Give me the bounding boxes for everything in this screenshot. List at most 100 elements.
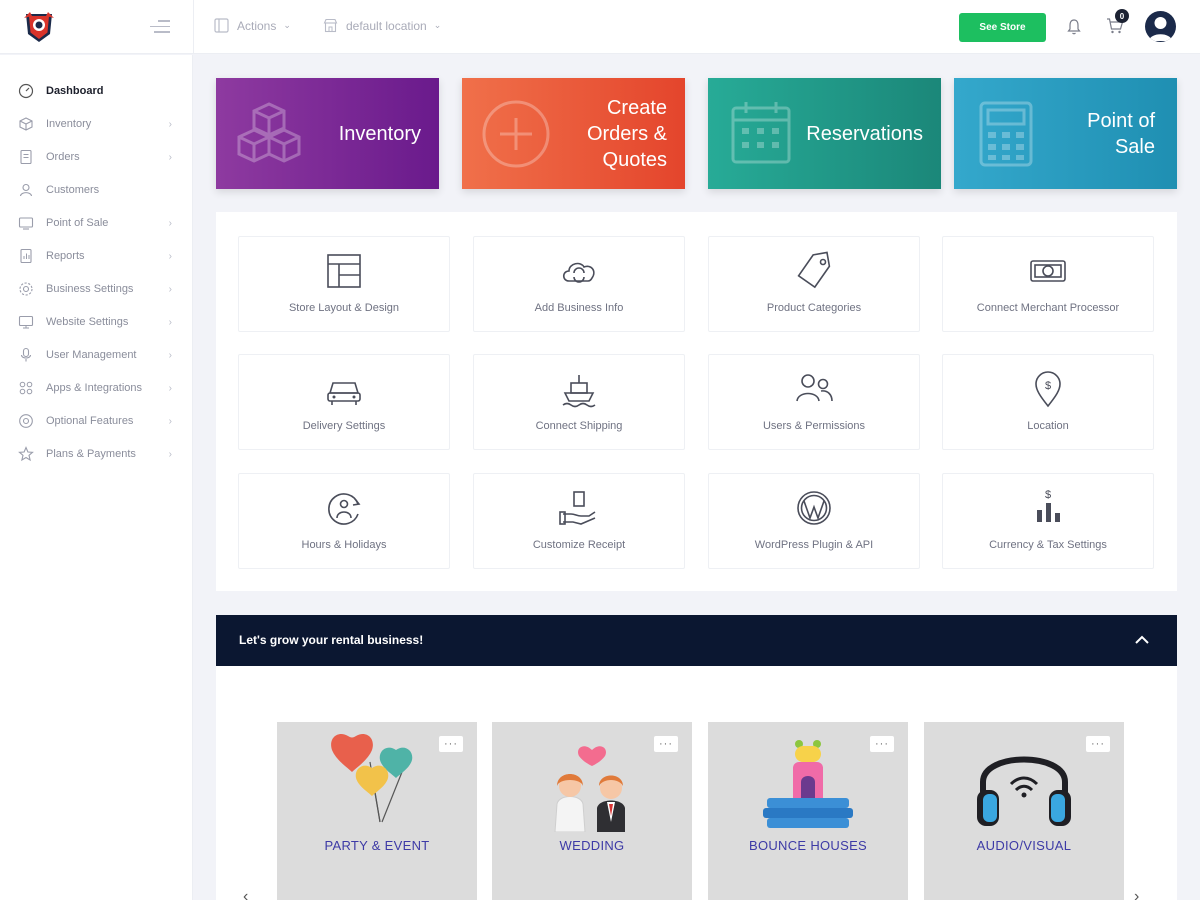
quick-setting-label: Add Business Info [534,302,624,314]
actions-menu[interactable]: Actions ⌄ [214,18,291,33]
quick-setting-label: Location [1027,420,1069,432]
avatar[interactable] [1145,11,1176,42]
hero-tile-reservations[interactable]: Reservations [708,78,941,189]
quick-setting-label: Store Layout & Design [288,302,400,314]
sidebar-item-label: Customers [46,184,100,196]
quick-setting-connect-merchant-processor[interactable]: Connect Merchant Processor [942,236,1154,332]
sidebar-item-label: Dashboard [46,85,104,97]
users-icon [794,369,834,409]
category-card-bounce-houses[interactable]: ··· BOUNCE HOUSES [708,722,908,900]
sidebar-item-label: Reports [46,250,85,262]
hero-tile-label-line: Quotes [602,149,667,171]
clock-person-icon [324,488,364,528]
category-label: PARTY & EVENT [324,838,430,853]
category-card-audio-visual[interactable]: ··· AUDIO/VISUAL [924,722,1124,900]
hero-tile-label-line: Orders & [586,123,667,145]
carousel-next-icon[interactable]: › [1134,888,1139,900]
car-icon [324,369,364,409]
hero-tile-label: Inventory [338,123,421,145]
inventory-icon [18,116,34,132]
sidebar-item-inventory[interactable]: Inventory › [18,114,178,134]
sidebar-item-website-settings[interactable]: Website Settings › [18,312,178,332]
hero-tile-label-line: Point of [1087,110,1155,132]
chevron-up-icon[interactable] [1133,631,1151,649]
sidebar-item-plans-payments[interactable]: Plans & Payments › [18,444,178,464]
quick-setting-label: Connect Merchant Processor [976,302,1120,314]
quick-setting-users-permissions[interactable]: Users & Permissions [708,354,920,450]
quick-setting-hours-holidays[interactable]: Hours & Holidays [238,473,450,569]
sidebar-item-customers[interactable]: Customers [18,180,178,200]
ship-icon [559,369,599,409]
gear-icon [18,281,34,297]
wordpress-icon [794,488,834,528]
quick-setting-product-categories[interactable]: Product Categories [708,236,920,332]
apps-icon [18,380,34,396]
sidebar-item-apps-integrations[interactable]: Apps & Integrations › [18,378,178,398]
bounce-house-icon [763,740,853,828]
bell-icon[interactable] [1066,18,1082,36]
currency-chart-icon: $ [1028,488,1068,528]
chevron-right-icon: › [168,448,172,460]
sidebar-item-reports[interactable]: Reports › [18,246,178,266]
hero-tile-inventory[interactable]: Inventory [216,78,439,189]
store-icon [323,18,338,33]
quick-setting-connect-shipping[interactable]: Connect Shipping [473,354,685,450]
chevron-right-icon: › [168,151,172,163]
location-label: default location [346,18,427,33]
orders-icon [18,149,34,165]
cubes-icon [237,102,301,163]
category-card-party-event[interactable]: ··· PARTY & EVENT [277,722,477,900]
sidebar-item-point-of-sale[interactable]: Point of Sale › [18,213,178,233]
category-card-wedding[interactable]: ··· WEDDING [492,722,692,900]
quick-setting-add-business-info[interactable]: Add Business Info [473,236,685,332]
quick-setting-label: Customize Receipt [532,539,626,551]
sidebar-item-label: Point of Sale [46,217,109,229]
divider [193,0,194,54]
grow-banner[interactable]: Let's grow your rental business! [216,615,1177,666]
chevron-down-icon: ⌄ [433,20,442,30]
sidebar-item-optional-features[interactable]: Optional Features › [18,411,178,431]
sidebar-item-user-management[interactable]: User Management › [18,345,178,365]
chevron-right-icon: › [168,118,172,130]
star-icon [18,446,34,462]
top-bar: Actions ⌄ default location ⌄ See Store 0 [0,0,1200,54]
more-options-button[interactable]: ··· [654,736,678,752]
quick-setting-label: Currency & Tax Settings [989,539,1107,551]
customers-icon [18,182,34,198]
chevron-right-icon: › [168,217,172,229]
sidebar-item-business-settings[interactable]: Business Settings › [18,279,178,299]
quick-setting-location[interactable]: $ Location [942,354,1154,450]
sidebar-item-dashboard[interactable]: Dashboard [18,81,178,101]
hero-tile-label-line: Create [606,97,667,119]
hero-tile-label: Reservations [806,123,923,145]
see-store-button[interactable]: See Store [959,13,1046,42]
hero-tile-create-orders[interactable]: Create Orders & Quotes [462,78,685,189]
location-menu[interactable]: default location ⌄ [323,18,441,33]
pos-icon [18,215,34,231]
tag-icon [794,251,834,291]
layout-icon [324,251,364,291]
sidebar-item-label: Business Settings [46,283,134,295]
more-options-button[interactable]: ··· [1086,736,1110,752]
hero-tile-point-of-sale[interactable]: Point of Sale [954,78,1177,189]
more-options-button[interactable]: ··· [439,736,463,752]
quick-setting-label: Delivery Settings [302,420,386,432]
chevron-right-icon: › [168,415,172,427]
quick-setting-delivery-settings[interactable]: Delivery Settings [238,354,450,450]
grow-banner-title: Let's grow your rental business! [239,633,424,647]
chevron-right-icon: › [168,349,172,361]
quick-setting-label: Connect Shipping [535,420,623,432]
sidebar-item-orders[interactable]: Orders › [18,147,178,167]
calculator-icon [979,101,1033,167]
sidebar-item-label: User Management [46,349,137,361]
logo[interactable] [20,8,58,46]
carousel-prev-icon[interactable]: ‹ [243,888,248,900]
more-options-button[interactable]: ··· [870,736,894,752]
quick-setting-customize-receipt[interactable]: Customize Receipt [473,473,685,569]
hero-tile-label-line: Sale [1114,136,1155,158]
quick-setting-store-layout-design[interactable]: Store Layout & Design [238,236,450,332]
quick-setting-wordpress-plugin-api[interactable]: WordPress Plugin & API [708,473,920,569]
quick-setting-currency-tax-settings[interactable]: $ Currency & Tax Settings [942,473,1154,569]
svg-text:$: $ [1045,489,1051,501]
menu-toggle-icon[interactable] [150,20,170,34]
